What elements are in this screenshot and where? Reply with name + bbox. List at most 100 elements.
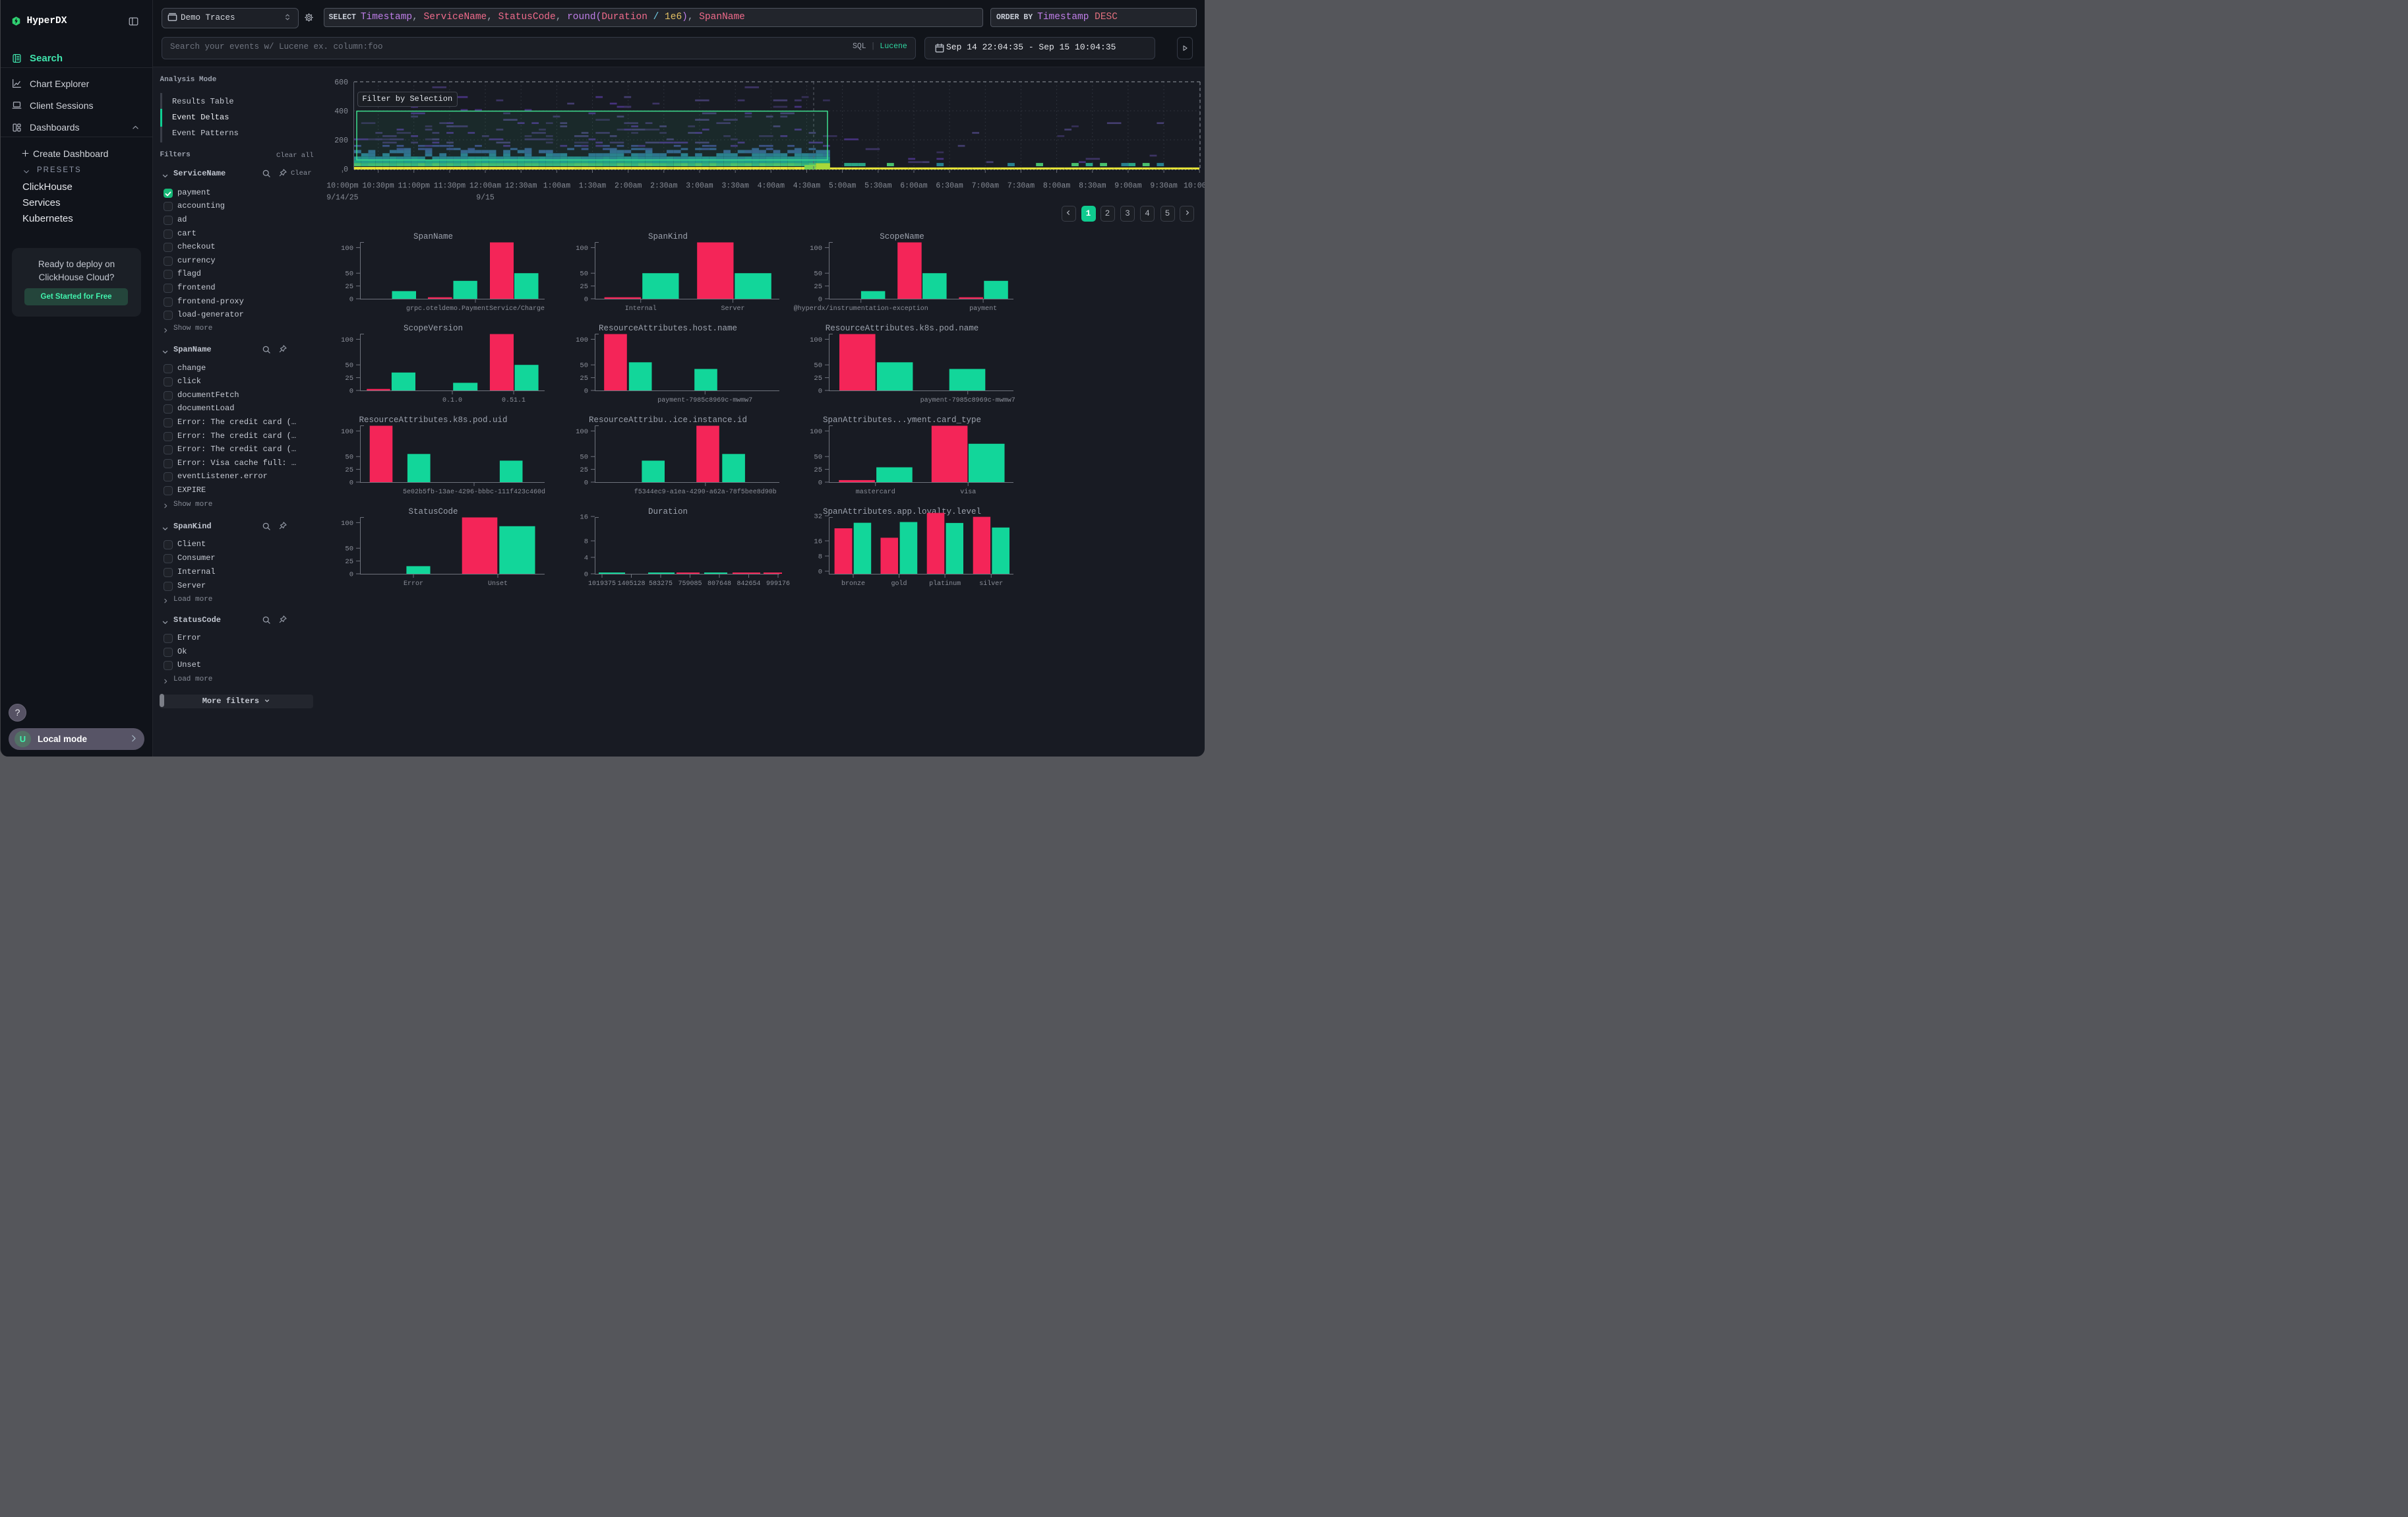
svg-text:1:00am: 1:00am [543, 182, 571, 191]
svg-text:100: 100 [576, 245, 588, 253]
svg-text:8: 8 [818, 553, 822, 561]
svg-text:8:00am: 8:00am [1043, 182, 1071, 191]
svg-text:StatusCode: StatusCode [408, 507, 458, 516]
svg-text:SpanAttributes...yment.card_ty: SpanAttributes...yment.card_type [823, 416, 981, 425]
svg-text:11:30pm: 11:30pm [434, 182, 466, 191]
svg-text:0.1.0: 0.1.0 [442, 397, 462, 404]
svg-text:0: 0 [818, 480, 822, 487]
svg-text:50: 50 [345, 454, 353, 462]
svg-text:16: 16 [580, 514, 588, 522]
svg-text:0: 0 [818, 296, 822, 304]
svg-text:0: 0 [818, 388, 822, 396]
svg-text:4:30am: 4:30am [793, 182, 821, 191]
svg-text:0: 0 [349, 388, 353, 396]
svg-text:3:30am: 3:30am [721, 182, 749, 191]
svg-text:400: 400 [334, 108, 348, 116]
svg-text:0: 0 [344, 166, 348, 174]
svg-text:2:00am: 2:00am [615, 182, 642, 191]
svg-text:25: 25 [580, 375, 588, 383]
svg-text:6:00am: 6:00am [900, 182, 928, 191]
svg-text:100: 100 [341, 336, 353, 344]
svg-text:807648: 807648 [707, 580, 731, 588]
svg-text:100: 100 [810, 428, 822, 436]
svg-text:4:00am: 4:00am [758, 182, 785, 191]
svg-text:1405128: 1405128 [617, 580, 645, 588]
svg-text:50: 50 [580, 362, 588, 370]
svg-text:7:00am: 7:00am [972, 182, 1000, 191]
svg-text:4: 4 [584, 555, 588, 563]
svg-text:100: 100 [341, 428, 353, 436]
svg-text:Internal: Internal [625, 305, 657, 313]
svg-text:ScopeName: ScopeName [880, 232, 924, 241]
svg-text:0.51.1: 0.51.1 [502, 397, 526, 404]
svg-text:10:30pm: 10:30pm [362, 182, 394, 191]
svg-text:50: 50 [814, 454, 822, 462]
svg-text:0: 0 [349, 571, 353, 579]
svg-text:ResourceAttributes.k8s.pod.uid: ResourceAttributes.k8s.pod.uid [359, 416, 507, 425]
svg-text:25: 25 [814, 283, 822, 291]
svg-text:SpanAttributes.app.loyalty.lev: SpanAttributes.app.loyalty.level [823, 507, 981, 516]
svg-text:9/15: 9/15 [476, 194, 495, 202]
svg-text:8:30am: 8:30am [1079, 182, 1106, 191]
svg-text:5:00am: 5:00am [829, 182, 857, 191]
svg-text:0: 0 [584, 388, 588, 396]
svg-text:ScopeVersion: ScopeVersion [404, 324, 463, 333]
svg-text:platinum: platinum [929, 580, 961, 588]
svg-text:SpanKind: SpanKind [648, 232, 688, 241]
svg-text:9/14/25: 9/14/25 [326, 194, 358, 202]
svg-text:842654: 842654 [737, 580, 760, 588]
svg-text:12:00am: 12:00am [469, 182, 501, 191]
svg-text:10:00pm: 10:00pm [326, 182, 358, 191]
svg-text:999176: 999176 [766, 580, 790, 588]
svg-text:0: 0 [349, 296, 353, 304]
svg-text:100: 100 [341, 520, 353, 528]
svg-text:payment-7985c8969c-mwmw7: payment-7985c8969c-mwmw7 [920, 397, 1015, 404]
svg-text:25: 25 [814, 466, 822, 474]
svg-text:payment-7985c8969c-mwmw7: payment-7985c8969c-mwmw7 [657, 397, 752, 404]
svg-text:25: 25 [580, 283, 588, 291]
svg-text:0: 0 [818, 569, 822, 576]
svg-text:Duration: Duration [648, 507, 688, 516]
svg-text:f5344ec9-a1ea-4290-a62a-78f5be: f5344ec9-a1ea-4290-a62a-78f5bee8d90b [634, 488, 777, 496]
svg-text:11:00pm: 11:00pm [398, 182, 430, 191]
svg-text:100: 100 [576, 336, 588, 344]
svg-text:25: 25 [345, 558, 353, 566]
svg-text:25: 25 [345, 375, 353, 383]
svg-text:100: 100 [810, 245, 822, 253]
svg-text:9:30am: 9:30am [1150, 182, 1178, 191]
svg-text:16: 16 [814, 538, 822, 546]
svg-text:50: 50 [814, 362, 822, 370]
svg-text:@hyperdx/instrumentation-excep: @hyperdx/instrumentation-exception [794, 305, 928, 313]
svg-text:Server: Server [721, 305, 744, 313]
svg-text:SpanName: SpanName [413, 232, 453, 241]
svg-text:0: 0 [584, 571, 588, 579]
svg-text:50: 50 [580, 270, 588, 278]
svg-text:ResourceAttribu..ice.instance.: ResourceAttribu..ice.instance.id [589, 416, 747, 425]
svg-text:100: 100 [576, 428, 588, 436]
svg-text:50: 50 [814, 270, 822, 278]
svg-text:10:00am: 10:00am [1184, 182, 1205, 191]
svg-text:2:30am: 2:30am [650, 182, 678, 191]
svg-text:583275: 583275 [649, 580, 673, 588]
svg-text:6:30am: 6:30am [936, 182, 963, 191]
svg-text:25: 25 [345, 466, 353, 474]
svg-text:200: 200 [334, 137, 348, 145]
svg-text:600: 600 [334, 78, 348, 87]
svg-text:50: 50 [345, 270, 353, 278]
svg-text:gold: gold [891, 580, 907, 588]
svg-text:25: 25 [580, 466, 588, 474]
svg-text:bronze: bronze [841, 580, 865, 588]
svg-text:25: 25 [814, 375, 822, 383]
svg-text:ResourceAttributes.host.name: ResourceAttributes.host.name [599, 324, 737, 333]
svg-text:100: 100 [341, 245, 353, 253]
svg-text:Error: Error [404, 580, 423, 588]
svg-text:12:30am: 12:30am [505, 182, 537, 191]
svg-text:759085: 759085 [678, 580, 702, 588]
svg-text:payment: payment [969, 305, 997, 313]
svg-text:1:30am: 1:30am [579, 182, 607, 191]
svg-text:50: 50 [345, 362, 353, 370]
svg-text:32: 32 [814, 513, 822, 521]
svg-text:50: 50 [345, 545, 353, 553]
svg-text:5:30am: 5:30am [864, 182, 892, 191]
svg-text:8: 8 [584, 538, 588, 546]
